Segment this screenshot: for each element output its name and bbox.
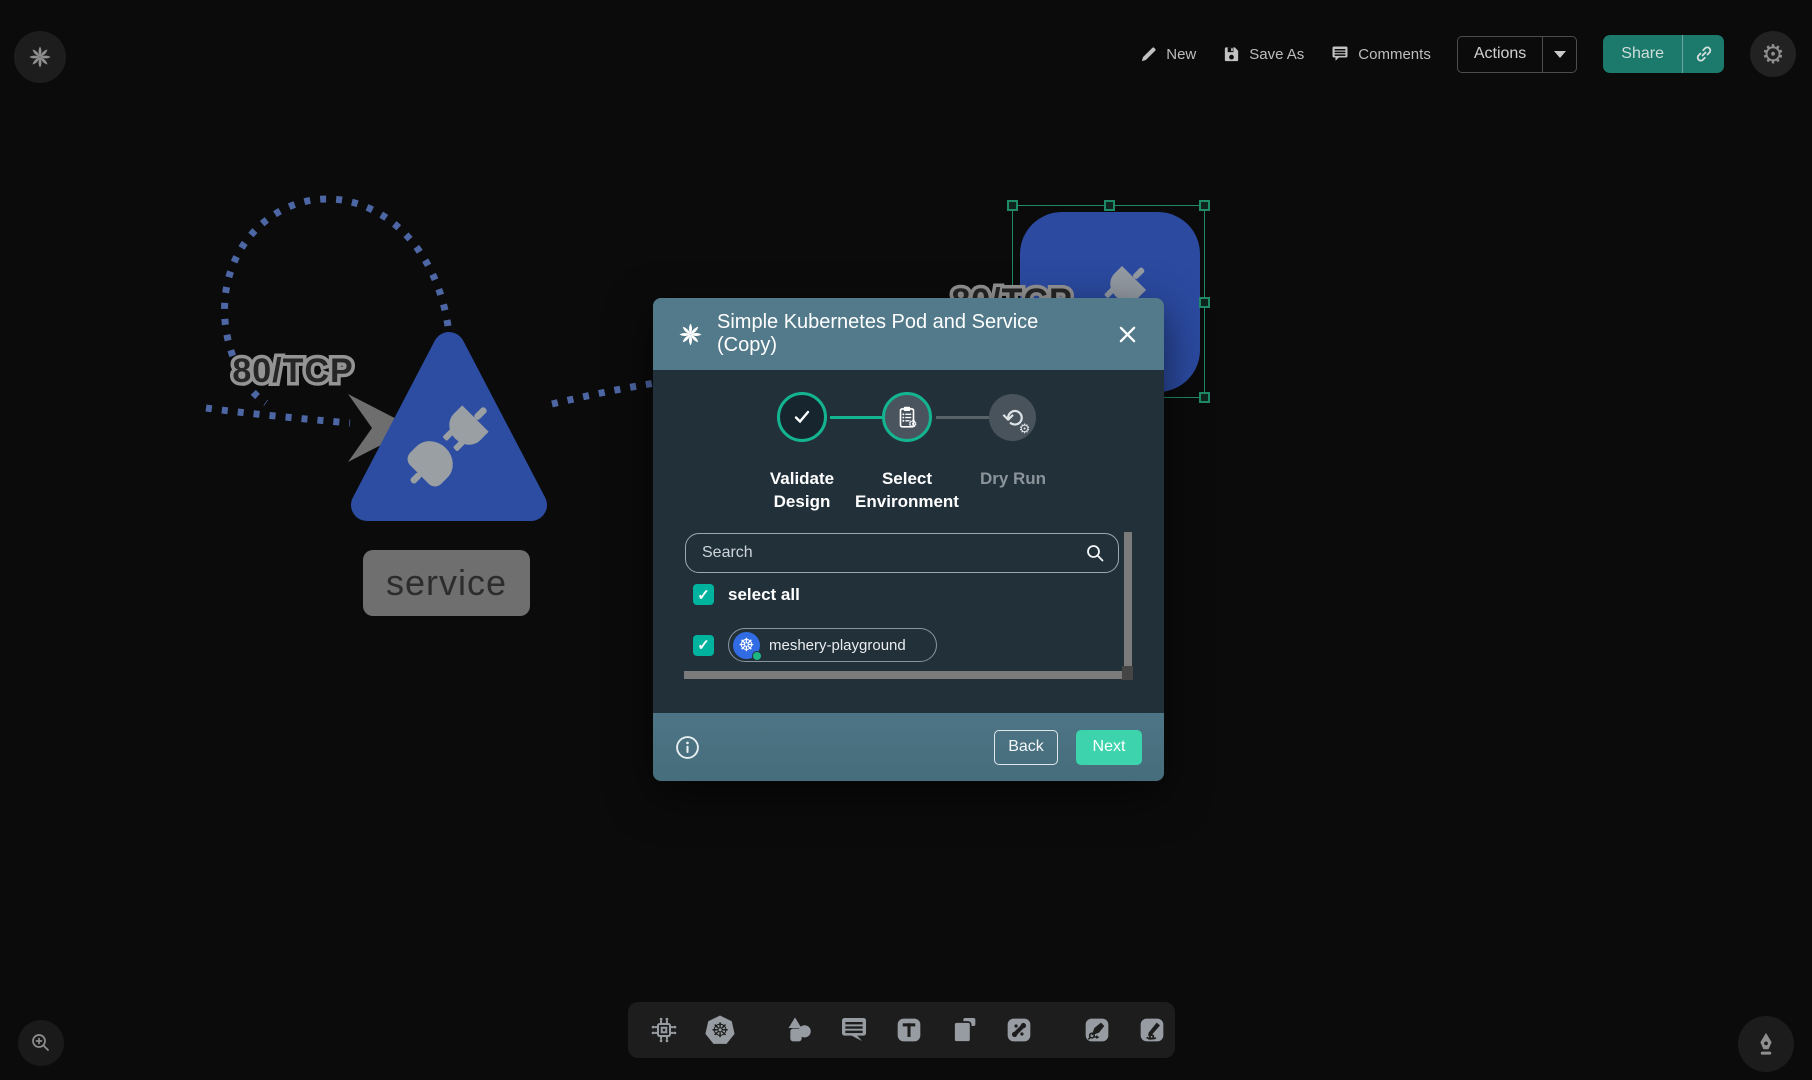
chevron-down-icon bbox=[1554, 51, 1566, 58]
close-icon bbox=[1118, 325, 1137, 344]
meshery-logo-icon bbox=[677, 321, 704, 348]
dry-run-icon: ⟲⚙ bbox=[1002, 405, 1024, 431]
comment-icon bbox=[838, 1014, 870, 1046]
pencil-icon bbox=[1139, 45, 1158, 64]
deploy-dialog: Simple Kubernetes Pod and Service (Copy) bbox=[653, 298, 1164, 781]
select-all-checkbox[interactable]: ✓ bbox=[693, 584, 714, 605]
actions-button[interactable]: Actions bbox=[1457, 36, 1577, 73]
environment-chip[interactable]: ☸ meshery-playground bbox=[728, 628, 937, 662]
connection-status-dot bbox=[752, 651, 762, 661]
select-all-label: select all bbox=[728, 585, 800, 605]
environment-search bbox=[685, 533, 1119, 573]
actions-label: Actions bbox=[1458, 45, 1542, 63]
components-tool[interactable] bbox=[648, 1013, 680, 1047]
ink-pen-button[interactable] bbox=[1738, 1016, 1794, 1072]
environment-row: ✓ ☸ meshery-playground bbox=[693, 628, 937, 662]
close-button[interactable] bbox=[1114, 321, 1140, 347]
svg-text:⚙: ⚙ bbox=[908, 420, 917, 430]
back-button[interactable]: Back bbox=[994, 730, 1058, 765]
settings-button[interactable]: ⚙ bbox=[1750, 31, 1796, 77]
pen-tool[interactable] bbox=[1081, 1013, 1113, 1047]
edge-label-left: 80/TCP bbox=[232, 352, 353, 390]
stepper-connector-pending bbox=[936, 416, 989, 419]
check-icon bbox=[790, 405, 814, 429]
new-label: New bbox=[1166, 46, 1196, 63]
top-toolbar: New Save As Comments Actions bbox=[1139, 30, 1796, 78]
zoom-in-button[interactable] bbox=[18, 1020, 64, 1066]
zoom-in-icon bbox=[29, 1031, 53, 1055]
comment-tool[interactable] bbox=[838, 1013, 870, 1047]
share-button[interactable]: Share bbox=[1603, 35, 1724, 73]
pen-bezier-icon bbox=[1081, 1014, 1113, 1046]
info-icon[interactable] bbox=[675, 735, 700, 760]
stepper-connector-done bbox=[830, 416, 882, 419]
environment-name: meshery-playground bbox=[769, 637, 906, 654]
note-tool[interactable] bbox=[948, 1013, 980, 1047]
search-icon bbox=[1084, 542, 1106, 564]
comments-button[interactable]: Comments bbox=[1330, 44, 1431, 64]
shapes-icon bbox=[783, 1014, 815, 1046]
dialog-header: Simple Kubernetes Pod and Service (Copy) bbox=[653, 298, 1164, 370]
dialog-title: Simple Kubernetes Pod and Service (Copy) bbox=[717, 311, 1101, 357]
step-label-select-environment: Select Environment bbox=[852, 468, 962, 514]
horizontal-scrollbar[interactable] bbox=[684, 671, 1122, 679]
step-label-validate-design: Validate Design bbox=[747, 468, 857, 514]
link-icon bbox=[1694, 44, 1714, 64]
relationship-tool[interactable] bbox=[1003, 1013, 1035, 1047]
kubernetes-icon: ☸ bbox=[703, 1013, 737, 1047]
next-button[interactable]: Next bbox=[1076, 730, 1142, 765]
search-input[interactable] bbox=[702, 544, 1084, 562]
link-nodes-icon bbox=[1003, 1014, 1035, 1046]
step-label-dry-run: Dry Run bbox=[958, 468, 1068, 491]
step-dry-run[interactable]: ⟲⚙ bbox=[989, 394, 1036, 441]
environment-checkbox[interactable]: ✓ bbox=[693, 635, 714, 656]
kubernetes-badge: ☸ bbox=[733, 632, 760, 659]
step-select-environment[interactable]: ⚙ bbox=[882, 392, 932, 442]
shapes-tool[interactable] bbox=[783, 1013, 815, 1047]
vertical-scrollbar[interactable] bbox=[1124, 532, 1132, 666]
svg-text:☸: ☸ bbox=[711, 1020, 729, 1042]
clipboard-gear-icon: ⚙ bbox=[894, 404, 920, 430]
gear-icon: ⚙ bbox=[1761, 39, 1784, 70]
actions-dropdown-toggle[interactable] bbox=[1542, 37, 1576, 72]
note-icon bbox=[948, 1014, 980, 1046]
draw-tool[interactable] bbox=[1136, 1013, 1168, 1047]
scrollbar-corner bbox=[1122, 666, 1133, 680]
chip-icon bbox=[648, 1014, 680, 1046]
copy-link-button[interactable] bbox=[1682, 35, 1724, 73]
share-label: Share bbox=[1603, 45, 1682, 63]
select-all-row: ✓ select all bbox=[693, 584, 800, 605]
save-as-button[interactable]: Save As bbox=[1222, 45, 1304, 64]
canvas-toolbar: ☸ bbox=[628, 1002, 1175, 1058]
dialog-footer: Back Next bbox=[653, 713, 1164, 781]
save-as-label: Save As bbox=[1249, 46, 1304, 63]
pencil-scribble-icon bbox=[1136, 1014, 1168, 1046]
meshery-app: 80/TCP 80/TCP service New Save As bbox=[0, 0, 1812, 1080]
comment-icon bbox=[1330, 44, 1350, 64]
step-validate-design[interactable] bbox=[777, 392, 827, 442]
pen-nib-icon bbox=[1752, 1030, 1780, 1058]
text-icon bbox=[893, 1014, 925, 1046]
save-icon bbox=[1222, 45, 1241, 64]
text-tool[interactable] bbox=[893, 1013, 925, 1047]
new-button[interactable]: New bbox=[1139, 45, 1196, 64]
comments-label: Comments bbox=[1358, 46, 1431, 63]
kubernetes-tool[interactable]: ☸ bbox=[703, 1013, 737, 1047]
